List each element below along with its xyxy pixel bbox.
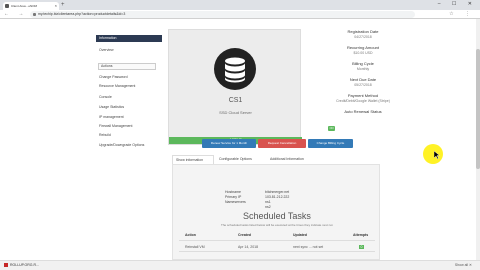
product-description: SSD Cloud Server — [219, 110, 252, 115]
download-filename: ROLLUP.ORG.R... — [10, 263, 39, 267]
info-value: 04/27/2018 — [354, 35, 372, 39]
column-header: Attempts — [353, 233, 369, 237]
table-divider — [179, 251, 375, 252]
mouse-cursor-icon — [433, 150, 441, 161]
sidebar-item-usage-statistics[interactable]: Usage Statistics — [99, 105, 124, 109]
change-billing-button[interactable]: Change Billing Cycle — [308, 139, 353, 148]
task-action: Reinstall VM — [185, 245, 205, 249]
info-value: 05/27/2018 — [354, 83, 372, 87]
info-label: Registration Date — [347, 29, 379, 34]
close-tab-icon[interactable]: × — [55, 2, 57, 10]
table-divider — [179, 240, 375, 241]
column-header: Updated — [293, 233, 307, 237]
detail-value: ns2 — [265, 205, 271, 209]
sidebar-item-rebuild[interactable]: Rebuild — [99, 133, 111, 137]
column-header: Created — [238, 233, 252, 237]
task-updated: next sync ... not set — [293, 245, 324, 249]
browser-tab[interactable]: Client Area - eNOM × — [3, 2, 59, 10]
sidebar-item-console[interactable]: Console — [99, 95, 112, 99]
product-name: CS1 — [228, 97, 243, 104]
detail-key: Primary IP — [225, 195, 242, 199]
new-tab-button[interactable]: + — [61, 2, 65, 9]
task-attempts-badge: 0 — [359, 245, 364, 249]
scrollbar-thumb[interactable] — [476, 49, 480, 169]
toolbar-icons[interactable]: ☆ ⋮ — [449, 11, 475, 18]
column-header: Action — [185, 233, 196, 237]
url-text: my.techip.biz/clientarea.php?action=prod… — [38, 12, 126, 16]
tab-bar: Show information Configurable Options Ad… — [172, 155, 372, 164]
show-all-button[interactable]: Show all ✕ — [455, 262, 472, 269]
sidebar-item-firewall[interactable]: Firewall Management — [99, 124, 132, 128]
info-label: Payment Method — [347, 93, 379, 98]
details-panel: Hostname bitchmerger.net Primary IP 103.… — [172, 164, 380, 260]
download-item[interactable]: ROLLUP.ORG.R... — [4, 262, 39, 269]
sidebar-item-ip-management[interactable]: IP management — [99, 115, 124, 119]
file-icon — [4, 263, 8, 268]
renew-button[interactable]: Renew Service for 1 Month — [202, 139, 256, 148]
sidebar-item-resource-management[interactable]: Resource Management — [99, 84, 135, 88]
sidebar-item-upgrade[interactable]: Upgrade/Downgrade Options — [99, 143, 144, 147]
tab-configurable-options[interactable]: Configurable Options — [216, 155, 264, 164]
info-label: Next Due Date — [349, 77, 377, 82]
info-value: Credit/Debit/Google Wallet (Stripe) — [336, 99, 390, 103]
info-label: Auto Renewal Status — [344, 109, 382, 114]
favicon-icon — [5, 4, 9, 8]
scheduled-tasks-subtitle: The scheduled tasks listed below will be… — [221, 223, 333, 227]
browser-toolbar: ← → ⟳ my.techip.biz/clientarea.php?actio… — [0, 10, 480, 19]
address-bar[interactable]: my.techip.biz/clientarea.php?action=prod… — [30, 11, 415, 18]
detail-key: Nameservers — [225, 200, 246, 204]
detail-key: Hostname — [225, 190, 241, 194]
tab-show-information[interactable]: Show information — [172, 155, 214, 164]
info-label: Recurring Amount — [346, 45, 379, 50]
main-content: CS1 SSD Cloud Server ACTIVE Registration… — [168, 19, 480, 260]
cursor-highlight — [423, 144, 443, 164]
product-card: CS1 SSD Cloud Server ACTIVE — [168, 29, 302, 145]
scheduled-tasks-title: Scheduled Tasks — [243, 211, 311, 221]
tab-title: Client Area - eNOM — [11, 4, 38, 8]
task-created: Apr 14, 2018 — [238, 245, 259, 249]
sidebar-item-overview[interactable]: Overview — [99, 48, 114, 52]
detail-value: 103.81.212.222 — [265, 195, 290, 199]
database-icon — [214, 48, 256, 90]
auto-renewal-toggle[interactable]: ON — [328, 126, 335, 131]
detail-value: bitchmerger.net — [265, 190, 290, 194]
sidebar-item-actions[interactable]: Actions — [101, 64, 112, 68]
detail-value: ns1 — [265, 200, 271, 204]
cancel-button[interactable]: Request Cancellation — [258, 139, 306, 148]
download-bar: ROLLUP.ORG.R... Show all ✕ — [0, 260, 480, 270]
info-value: Monthly — [356, 67, 370, 71]
sidebar-header: Information — [96, 35, 162, 42]
lock-icon — [33, 13, 36, 16]
sidebar: Information Overview Actions Change Pass… — [96, 19, 162, 260]
tab-additional-information[interactable]: Additional Information — [267, 155, 317, 164]
info-value: $10.00 USD — [353, 51, 373, 55]
info-label: Billing Cycle — [352, 61, 374, 66]
page-scrollbar[interactable] — [476, 19, 480, 260]
sidebar-item-change-password[interactable]: Change Password — [99, 75, 128, 79]
window-controls[interactable]: – ☐ ✕ — [438, 1, 477, 7]
